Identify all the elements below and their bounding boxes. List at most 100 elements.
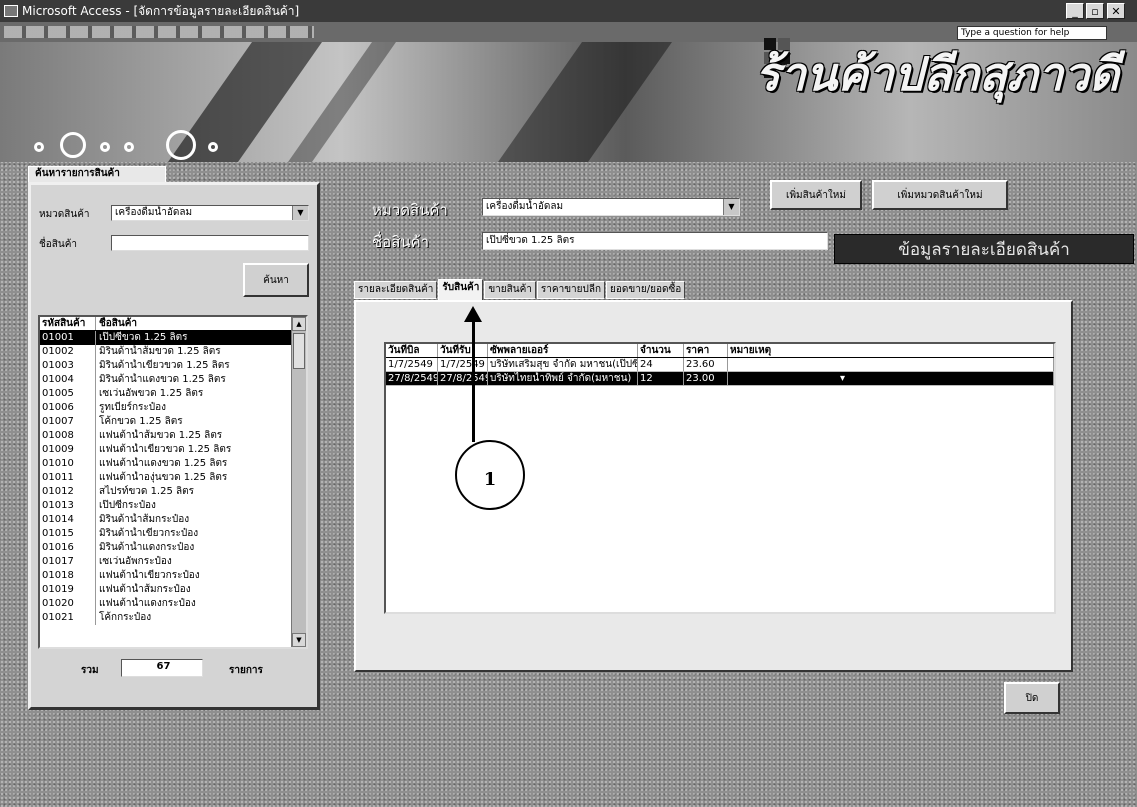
tab-sales-purchase-totals[interactable]: ยอดขาย/ยอดซื้อ <box>606 281 686 299</box>
cell-quantity[interactable]: 24 <box>638 358 684 371</box>
total-unit: รายการ <box>229 665 263 676</box>
product-name: สไปรท์ขวด 1.25 ลิตร <box>99 486 195 497</box>
list-header-name: ชื่อสินค้า <box>99 318 138 329</box>
cell-note[interactable]: ▾ <box>728 372 1054 385</box>
list-item[interactable]: 01001 เป๊ปซี่ขวด 1.25 ลิตร <box>40 331 306 345</box>
list-item[interactable]: 01019 แฟนต้าน้ำส้มกระป๋อง <box>40 583 306 597</box>
header-bill-date: วันที่บิล <box>386 344 438 357</box>
scroll-up-icon[interactable]: ▲ <box>292 317 306 331</box>
product-name: เซเว่นอัพขวด 1.25 ลิตร <box>99 388 204 399</box>
list-item[interactable]: 01005 เซเว่นอัพขวด 1.25 ลิตร <box>40 387 306 401</box>
list-item[interactable]: 01006 รูทเบียร์กระป๋อง <box>40 401 306 415</box>
chevron-down-icon[interactable]: ▾ <box>840 373 845 384</box>
cell-receive-date[interactable]: 1/7/2549 <box>438 358 488 371</box>
category-select[interactable]: เครื่องดื่มน้ำอัดลม ▼ <box>482 198 740 216</box>
product-name: มิรินด้าน้ำเขียวกระป๋อง <box>99 528 199 539</box>
list-item[interactable]: 01015 มิรินด้าน้ำเขียวกระป๋อง <box>40 527 306 541</box>
scroll-thumb[interactable] <box>293 333 305 369</box>
product-code: 01010 <box>40 457 96 471</box>
product-name: โค้กขวด 1.25 ลิตร <box>99 416 183 427</box>
cell-supplier[interactable]: บริษัทเสริมสุข จำกัด มหาชน(เป๊ปซี่) <box>488 358 638 371</box>
list-header-code: รหัสสินค้า <box>40 317 96 330</box>
list-item[interactable]: 01008 แฟนต้าน้ำส้มขวด 1.25 ลิตร <box>40 429 306 443</box>
menu-items[interactable] <box>4 26 314 38</box>
chevron-down-icon[interactable]: ▼ <box>292 206 308 220</box>
tab-details[interactable]: รายละเอียดสินค้า <box>354 281 438 299</box>
cell-note[interactable] <box>728 358 1054 371</box>
list-item[interactable]: 01014 มิรินด้าน้ำส้มกระป๋อง <box>40 513 306 527</box>
list-item[interactable]: 01010 แฟนต้าน้ำแดงขวด 1.25 ลิตร <box>40 457 306 471</box>
cell-price[interactable]: 23.60 <box>684 358 728 371</box>
tab-receive[interactable]: รับสินค้า <box>438 279 484 300</box>
list-item[interactable]: 01013 เป๊ปซี่กระป๋อง <box>40 499 306 513</box>
tab-strip[interactable]: รายละเอียดสินค้า รับสินค้า ขายสินค้า ราค… <box>354 279 686 301</box>
cell-bill-date[interactable]: 27/8/2549 <box>386 372 438 385</box>
list-item[interactable]: 01012 สไปรท์ขวด 1.25 ลิตร <box>40 485 306 499</box>
cell-receive-date[interactable]: 27/8/2549 <box>438 372 488 385</box>
left-name-input[interactable] <box>111 235 309 251</box>
cell-bill-date[interactable]: 1/7/2549 <box>386 358 438 371</box>
product-name: แฟนต้าน้ำส้มกระป๋อง <box>99 584 191 595</box>
product-name: มิรินด้าน้ำส้มขวด 1.25 ลิตร <box>99 346 221 357</box>
product-code: 01018 <box>40 569 96 583</box>
list-item[interactable]: 01018 แฟนต้าน้ำเขียวกระป๋อง <box>40 569 306 583</box>
product-code: 01011 <box>40 471 96 485</box>
list-item[interactable]: 01004 มิรินด้าน้ำแดงขวด 1.25 ลิตร <box>40 373 306 387</box>
product-code: 01019 <box>40 583 96 597</box>
left-name-label: ชื่อสินค้า <box>39 239 78 250</box>
minimize-button[interactable]: _ <box>1066 3 1084 19</box>
left-category-select[interactable]: เครื่องดื่มน้ำอัดลม ▼ <box>111 205 309 221</box>
left-panel-tab[interactable]: ค้นหารายการสินค้า <box>28 166 166 182</box>
close-window-button[interactable]: ✕ <box>1107 3 1125 19</box>
search-button[interactable]: ค้นหา <box>243 263 309 297</box>
cell-quantity[interactable]: 12 <box>638 372 684 385</box>
header-note: หมายเหตุ <box>728 344 1054 357</box>
product-name: มิรินด้าน้ำเขียวขวด 1.25 ลิตร <box>99 360 230 371</box>
list-item[interactable]: 01002 มิรินด้าน้ำส้มขวด 1.25 ลิตร <box>40 345 306 359</box>
list-item[interactable]: 01011 แฟนต้าน้ำองุ่นขวด 1.25 ลิตร <box>40 471 306 485</box>
product-list[interactable]: รหัสสินค้า ชื่อสินค้า 01001 เป๊ปซี่ขวด 1.… <box>38 315 308 649</box>
add-product-button[interactable]: เพิ่มสินค้าใหม่ <box>770 180 862 210</box>
cell-price[interactable]: 23.00 <box>684 372 728 385</box>
header-receive-date: วันที่รับ <box>438 344 488 357</box>
product-code: 01008 <box>40 429 96 443</box>
table-row[interactable]: 27/8/2549 27/8/2549 บริษัทไทยน้ำทิพย์ จำ… <box>386 372 1054 386</box>
product-code: 01006 <box>40 401 96 415</box>
product-name: มิรินด้าน้ำแดงกระป๋อง <box>99 542 195 553</box>
list-item[interactable]: 01016 มิรินด้าน้ำแดงกระป๋อง <box>40 541 306 555</box>
section-title: ข้อมูลรายละเอียดสินค้า <box>834 234 1134 264</box>
product-code: 01001 <box>40 331 96 345</box>
left-category-label: หมวดสินค้า <box>39 209 90 220</box>
restore-button[interactable]: ▫ <box>1086 3 1104 19</box>
product-code: 01020 <box>40 597 96 611</box>
list-item[interactable]: 01009 แฟนต้าน้ำเขียวขวด 1.25 ลิตร <box>40 443 306 457</box>
callout-arrow-line <box>472 316 475 442</box>
product-name: แฟนต้าน้ำเขียวกระป๋อง <box>99 570 200 581</box>
product-search-panel: หมวดสินค้า เครื่องดื่มน้ำอัดลม ▼ ชื่อสิน… <box>28 182 320 710</box>
list-item[interactable]: 01017 เซเว่นอัพกระป๋อง <box>40 555 306 569</box>
product-name-input[interactable]: เป๊ปซี่ขวด 1.25 ลิตร <box>482 232 828 250</box>
tab-retail-price[interactable]: ราคาขายปลีก <box>536 281 606 299</box>
product-code: 01021 <box>40 611 96 625</box>
product-code: 01007 <box>40 415 96 429</box>
list-item[interactable]: 01007 โค้กขวด 1.25 ลิตร <box>40 415 306 429</box>
scroll-down-icon[interactable]: ▼ <box>292 633 306 647</box>
close-form-button[interactable]: ปิด <box>1004 682 1060 714</box>
cell-supplier[interactable]: บริษัทไทยน้ำทิพย์ จำกัด(มหาชน) <box>488 372 638 385</box>
product-name: มิรินด้าน้ำแดงขวด 1.25 ลิตร <box>99 374 226 385</box>
list-item[interactable]: 01003 มิรินด้าน้ำเขียวขวด 1.25 ลิตร <box>40 359 306 373</box>
product-code: 01002 <box>40 345 96 359</box>
add-category-button[interactable]: เพิ่มหมวดสินค้าใหม่ <box>872 180 1008 210</box>
list-item[interactable]: 01020 แฟนต้าน้ำแดงกระป๋อง <box>40 597 306 611</box>
product-list-rows[interactable]: 01001 เป๊ปซี่ขวด 1.25 ลิตร 01002 มิรินด้าน้… <box>40 331 306 625</box>
tab-sales[interactable]: ขายสินค้า <box>484 281 536 299</box>
product-name: เซเว่นอัพกระป๋อง <box>99 556 172 567</box>
table-row[interactable]: 1/7/2549 1/7/2549 บริษัทเสริมสุข จำกัด ม… <box>386 358 1054 372</box>
left-category-value: เครื่องดื่มน้ำอัดลม <box>115 207 193 218</box>
list-item[interactable]: 01021 โค้กกระป๋อง <box>40 611 306 625</box>
list-scrollbar[interactable]: ▲ ▼ <box>291 317 306 647</box>
product-name: เป๊ปซี่ขวด 1.25 ลิตร <box>99 332 188 343</box>
product-name: รูทเบียร์กระป๋อง <box>99 402 166 413</box>
chevron-down-icon[interactable]: ▼ <box>723 199 739 215</box>
product-code: 01003 <box>40 359 96 373</box>
